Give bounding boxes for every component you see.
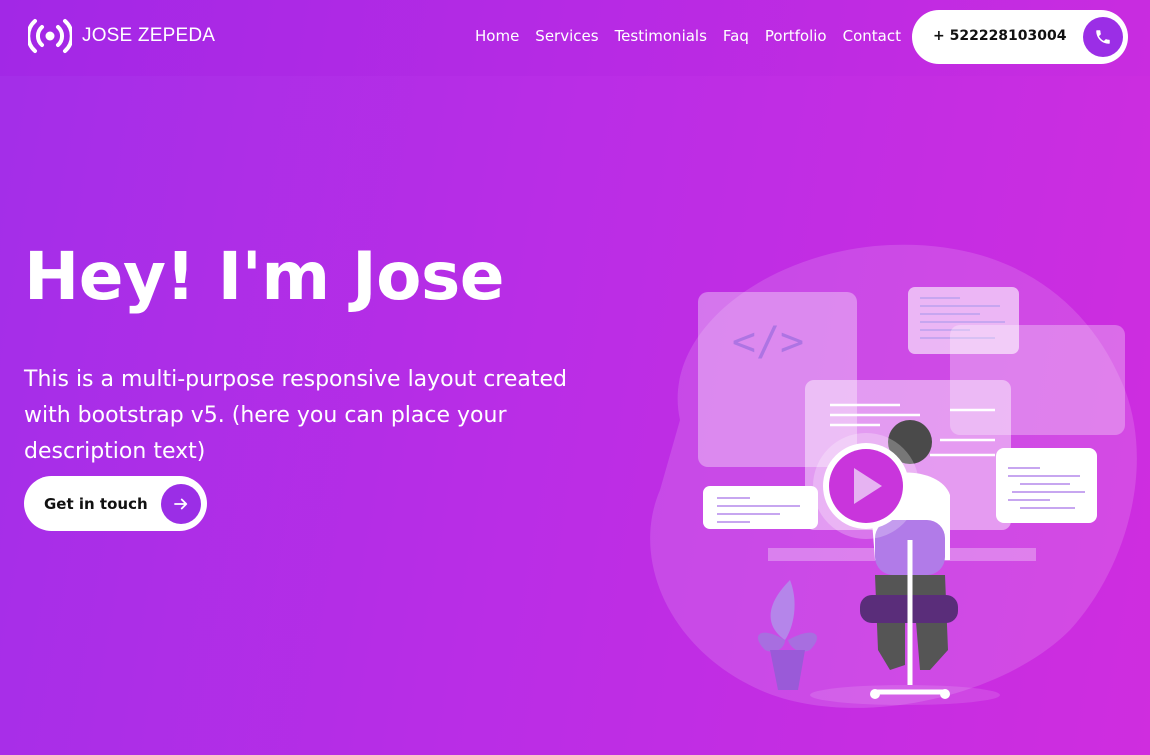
nav-link-faq[interactable]: Faq [723, 27, 749, 45]
hero-description: This is a multi-purpose responsive layou… [24, 367, 568, 464]
hero-title: Hey! I'm Jose [24, 238, 505, 315]
nav-link-portfolio[interactable]: Portfolio [765, 27, 827, 45]
brand-name: JOSE ZEPEDA [82, 25, 216, 46]
phone-icon [1096, 30, 1110, 44]
nav-links: Home Services Testimonials Faq Portfolio… [475, 27, 901, 45]
phone-button[interactable]: + 522228103004 [912, 10, 1128, 64]
navbar: JOSE ZEPEDA Home Services Testimonials F… [0, 0, 1150, 76]
broadcast-icon [28, 19, 72, 53]
nav-link-contact[interactable]: Contact [843, 27, 901, 45]
cta-arrow-button[interactable] [161, 484, 201, 524]
phone-number: + 522228103004 [933, 28, 1067, 44]
phone-icon-button[interactable] [1083, 17, 1123, 57]
developer-illustration: </> [650, 244, 1137, 708]
play-icon [813, 433, 919, 539]
floor-shadow [810, 685, 1000, 705]
brand[interactable]: JOSE ZEPEDA [28, 18, 215, 54]
nav-link-testimonials[interactable]: Testimonials [615, 27, 707, 45]
arrow-right-icon [174, 498, 188, 510]
code-symbol-text: </> [732, 319, 804, 365]
nav-link-home[interactable]: Home [475, 27, 519, 45]
get-in-touch-label: Get in touch [44, 495, 148, 513]
get-in-touch-button[interactable]: Get in touch [24, 476, 207, 531]
right-code-card [996, 448, 1097, 523]
nav-link-services[interactable]: Services [535, 27, 598, 45]
